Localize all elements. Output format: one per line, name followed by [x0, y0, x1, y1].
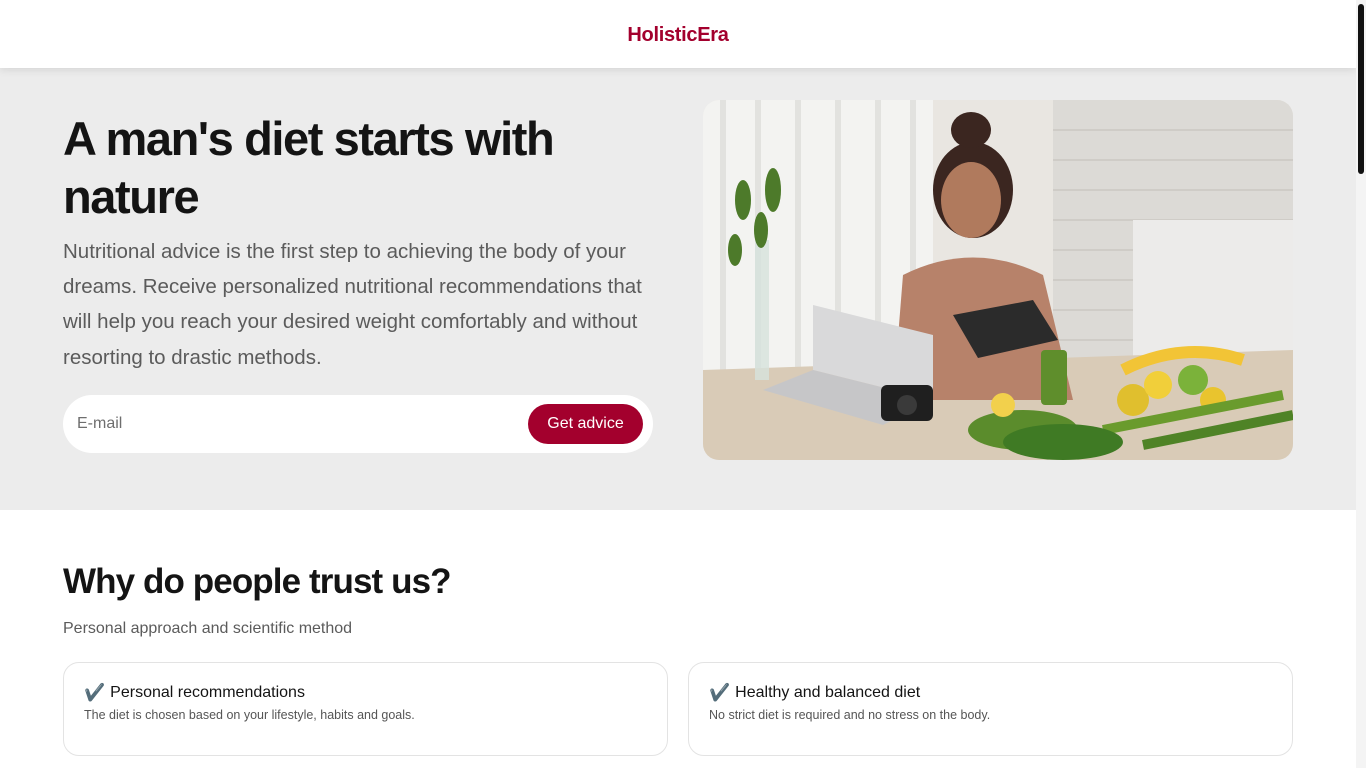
- page: HolisticEra A man's diet starts with nat…: [0, 0, 1356, 768]
- feature-card-balanced: ✔️ Healthy and balanced diet No strict d…: [688, 662, 1293, 756]
- feature-card-personal: ✔️ Personal recommendations The diet is …: [63, 662, 668, 756]
- hero-photo: [703, 100, 1293, 460]
- get-advice-button[interactable]: Get advice: [528, 404, 643, 444]
- scrollbar-thumb[interactable]: [1358, 4, 1364, 174]
- hero-title: A man's diet starts with nature: [63, 112, 555, 223]
- check-icon: ✔️: [84, 683, 106, 703]
- card-text: No strict diet is required and no stress…: [709, 708, 991, 722]
- brand-logo[interactable]: HolisticEra: [627, 24, 728, 47]
- trust-section-subtitle: Personal approach and scientific method: [63, 620, 353, 637]
- email-input[interactable]: [77, 404, 517, 444]
- card-title: Healthy and balanced diet: [735, 684, 921, 701]
- advice-signup-form: Get advice: [63, 395, 653, 453]
- page-scrollbar[interactable]: [1356, 0, 1366, 768]
- woman-with-tablet-photo-icon: [703, 100, 1293, 460]
- card-text: The diet is chosen based on your lifesty…: [84, 708, 415, 722]
- trust-section-title: Why do people trust us?: [63, 562, 452, 601]
- hero-description: Nutritional advice is the first step to …: [63, 240, 642, 369]
- card-header: ✔️ Personal recommendations: [84, 683, 305, 703]
- card-header: ✔️ Healthy and balanced diet: [709, 683, 920, 703]
- check-icon: ✔️: [709, 683, 731, 703]
- site-header: HolisticEra: [0, 0, 1356, 68]
- card-title: Personal recommendations: [110, 684, 305, 701]
